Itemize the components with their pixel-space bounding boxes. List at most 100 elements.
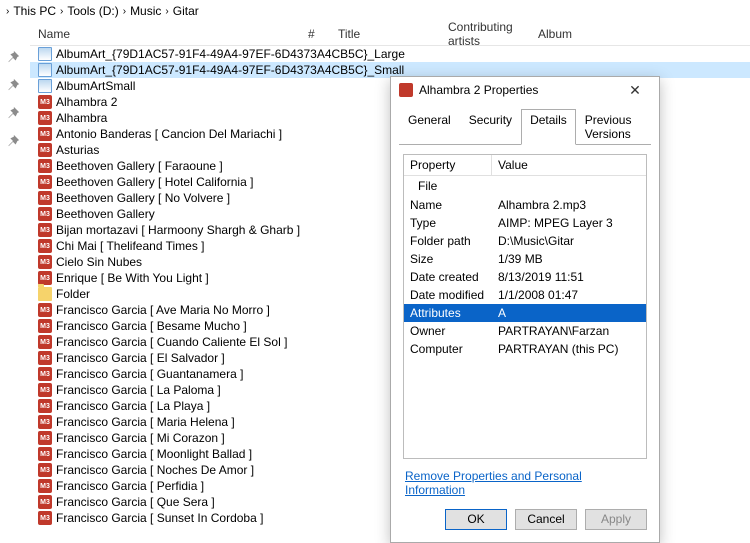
- details-property: Attributes: [404, 304, 492, 322]
- file-name: Francisco Garcia [ Ave Maria No Morro ]: [56, 303, 270, 317]
- pin-icon: [6, 134, 20, 148]
- audio-file-icon: M3: [38, 511, 52, 525]
- file-name: Francisco Garcia [ Perfidia ]: [56, 479, 204, 493]
- audio-file-icon: M3: [38, 319, 52, 333]
- audio-file-icon: M3: [38, 271, 52, 285]
- chevron-right-icon: ›: [4, 6, 11, 17]
- file-name: Alhambra: [56, 111, 107, 125]
- column-name[interactable]: Name: [30, 27, 300, 41]
- dialog-titlebar[interactable]: Alhambra 2 Properties ✕: [391, 77, 659, 103]
- file-name: Francisco Garcia [ Mi Corazon ]: [56, 431, 225, 445]
- file-name: Francisco Garcia [ Moonlight Ballad ]: [56, 447, 252, 461]
- details-value: Alhambra 2.mp3: [492, 196, 646, 214]
- details-value: PARTRAYAN\Farzan: [492, 322, 646, 340]
- image-file-icon: [38, 47, 52, 61]
- audio-file-icon: M3: [38, 111, 52, 125]
- audio-file-icon: M3: [38, 335, 52, 349]
- breadcrumb[interactable]: › This PC › Tools (D:) › Music › Gitar: [0, 0, 750, 22]
- audio-file-icon: M3: [38, 351, 52, 365]
- details-property: Computer: [404, 340, 492, 358]
- file-name: Asturias: [56, 143, 99, 157]
- chevron-right-icon: ›: [58, 6, 65, 17]
- properties-dialog: Alhambra 2 Properties ✕ General Security…: [390, 76, 660, 543]
- file-name: Cielo Sin Nubes: [56, 255, 142, 269]
- column-album[interactable]: Album: [530, 27, 610, 41]
- details-value: 1/1/2008 01:47: [492, 286, 646, 304]
- column-artist[interactable]: Contributing artists: [440, 22, 530, 48]
- list-item[interactable]: AlbumArt_{79D1AC57-91F4-49A4-97EF-6D4373…: [30, 46, 750, 62]
- pin-icon: [6, 106, 20, 120]
- chevron-right-icon: ›: [163, 6, 170, 17]
- details-property: Owner: [404, 322, 492, 340]
- pin-icon: [6, 50, 20, 64]
- breadcrumb-item[interactable]: Tools (D:): [65, 4, 120, 18]
- file-name: Enrique [ Be With You Light ]: [56, 271, 209, 285]
- column-number[interactable]: #: [300, 27, 330, 41]
- audio-file-icon: M3: [38, 143, 52, 157]
- file-name: Francisco Garcia [ Sunset In Cordoba ]: [56, 511, 263, 525]
- audio-file-icon: M3: [38, 223, 52, 237]
- file-name: Francisco Garcia [ La Playa ]: [56, 399, 210, 413]
- audio-file-icon: M3: [38, 415, 52, 429]
- tab-details[interactable]: Details: [521, 109, 576, 145]
- file-name: AlbumArt_{79D1AC57-91F4-49A4-97EF-6D4373…: [56, 47, 405, 61]
- tab-previous[interactable]: Previous Versions: [576, 109, 651, 145]
- file-name: Francisco Garcia [ Noches De Amor ]: [56, 463, 254, 477]
- breadcrumb-item[interactable]: Music: [128, 4, 163, 18]
- file-name: AlbumArtSmall: [56, 79, 135, 93]
- file-name: Francisco Garcia [ Que Sera ]: [56, 495, 215, 509]
- file-name: Beethoven Gallery: [56, 207, 155, 221]
- details-property: Date modified: [404, 286, 492, 304]
- audio-file-icon: M3: [38, 447, 52, 461]
- details-row[interactable]: Folder pathD:\Music\Gitar: [404, 232, 646, 250]
- breadcrumb-item[interactable]: Gitar: [171, 4, 201, 18]
- details-value: 1/39 MB: [492, 250, 646, 268]
- audio-file-icon: M3: [38, 495, 52, 509]
- file-name: Francisco Garcia [ Maria Helena ]: [56, 415, 235, 429]
- details-grid: Property Value File NameAlhambra 2.mp3Ty…: [403, 154, 647, 459]
- audio-file-icon: M3: [38, 191, 52, 205]
- details-row[interactable]: Date created8/13/2019 11:51: [404, 268, 646, 286]
- details-row[interactable]: Date modified1/1/2008 01:47: [404, 286, 646, 304]
- details-header-value[interactable]: Value: [492, 155, 646, 176]
- pin-icon: [6, 78, 20, 92]
- details-value: PARTRAYAN (this PC): [492, 340, 646, 358]
- details-header-property[interactable]: Property: [404, 155, 492, 176]
- audio-file-icon: M3: [38, 383, 52, 397]
- audio-file-icon: M3: [38, 431, 52, 445]
- details-property: Size: [404, 250, 492, 268]
- file-name: Francisco Garcia [ Cuando Caliente El So…: [56, 335, 287, 349]
- details-group-file: File: [404, 176, 646, 196]
- details-value: D:\Music\Gitar: [492, 232, 646, 250]
- remove-properties-link[interactable]: Remove Properties and Personal Informati…: [405, 469, 645, 497]
- column-headers: Name # Title Contributing artists Album: [30, 22, 750, 46]
- column-title[interactable]: Title: [330, 27, 440, 41]
- file-name: Bijan mortazavi [ Harmoony Shargh & Ghar…: [56, 223, 300, 237]
- tab-security[interactable]: Security: [460, 109, 521, 145]
- details-row[interactable]: NameAlhambra 2.mp3: [404, 196, 646, 214]
- file-name: Francisco Garcia [ Besame Mucho ]: [56, 319, 247, 333]
- file-name: AlbumArt_{79D1AC57-91F4-49A4-97EF-6D4373…: [56, 63, 404, 77]
- image-file-icon: [38, 63, 52, 77]
- details-row[interactable]: AttributesA: [404, 304, 646, 322]
- details-property: Date created: [404, 268, 492, 286]
- file-name: Chi Mai [ Thelifeand Times ]: [56, 239, 205, 253]
- details-property: Folder path: [404, 232, 492, 250]
- chevron-right-icon: ›: [121, 6, 128, 17]
- breadcrumb-item[interactable]: This PC: [11, 4, 58, 18]
- file-name: Francisco Garcia [ Guantanamera ]: [56, 367, 243, 381]
- details-row[interactable]: TypeAIMP: MPEG Layer 3: [404, 214, 646, 232]
- details-row[interactable]: ComputerPARTRAYAN (this PC): [404, 340, 646, 358]
- file-name: Folder: [56, 287, 90, 301]
- details-value: 8/13/2019 11:51: [492, 268, 646, 286]
- details-row[interactable]: OwnerPARTRAYAN\Farzan: [404, 322, 646, 340]
- close-icon[interactable]: ✕: [619, 82, 651, 99]
- details-value: AIMP: MPEG Layer 3: [492, 214, 646, 232]
- file-name: Francisco Garcia [ La Paloma ]: [56, 383, 221, 397]
- audio-file-icon: M3: [38, 479, 52, 493]
- file-name: Francisco Garcia [ El Salvador ]: [56, 351, 225, 365]
- image-file-icon: [38, 79, 52, 93]
- dialog-tabs: General Security Details Previous Versio…: [391, 103, 659, 145]
- details-row[interactable]: Size1/39 MB: [404, 250, 646, 268]
- tab-general[interactable]: General: [399, 109, 460, 145]
